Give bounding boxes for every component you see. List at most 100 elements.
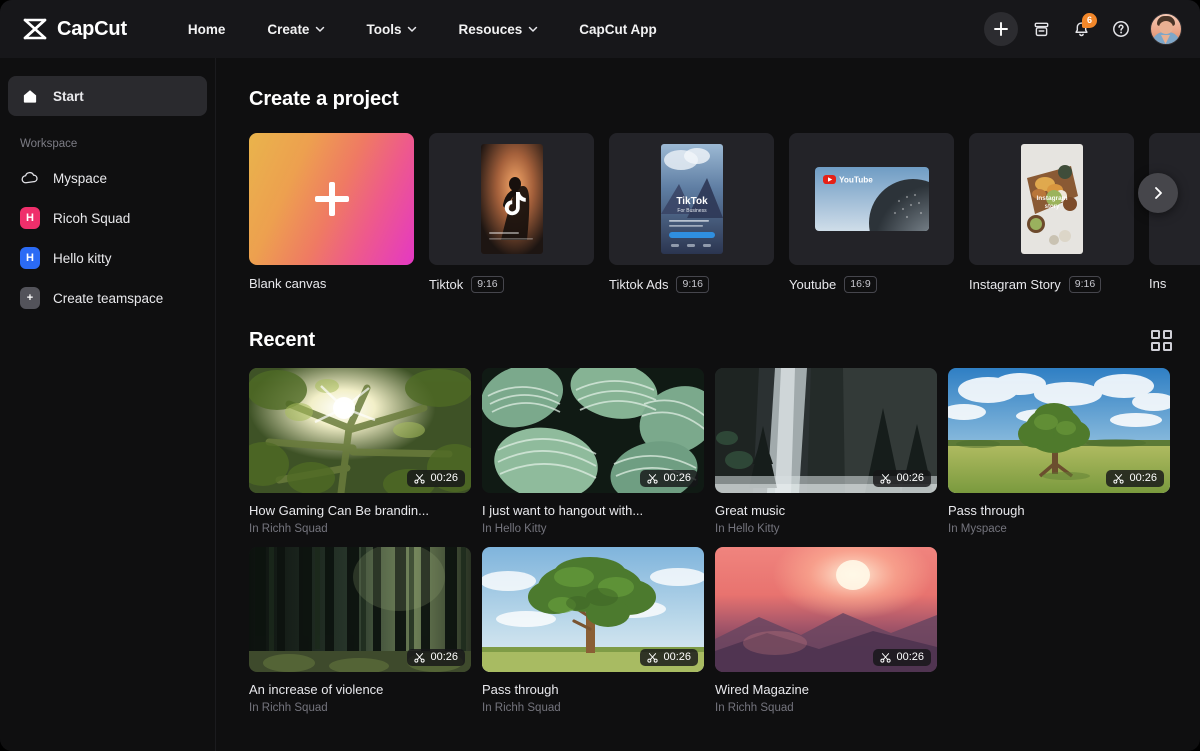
project-thumbnail: 00:26 [715, 368, 937, 493]
duration-text: 00:26 [663, 473, 691, 484]
duration-badge: 00:26 [640, 649, 698, 666]
template-card-partial[interactable]: Ins [1149, 133, 1200, 293]
svg-text:TikTok: TikTok [676, 196, 708, 207]
template-meta: Ins [1149, 276, 1200, 291]
workspace-initial: H [20, 247, 40, 269]
recent-project-card[interactable]: 00:26 Great music In Hello Kitty [715, 368, 937, 535]
plus-icon [315, 182, 349, 216]
template-meta: Instagram Story 9:16 [969, 276, 1134, 293]
template-meta: Blank canvas [249, 276, 414, 291]
cloud-icon [20, 168, 40, 188]
project-thumbnail: 00:26 [482, 368, 704, 493]
nav-action-icons: 6 [984, 12, 1182, 46]
grid-cell [1163, 342, 1172, 351]
aspect-ratio-badge: 16:9 [844, 276, 876, 293]
project-workspace: In Richh Squad [249, 702, 471, 714]
avatar[interactable] [1150, 13, 1182, 45]
scissors-icon [1113, 473, 1124, 484]
project-thumbnail: 00:26 [482, 547, 704, 672]
tiktok-preview-image [481, 144, 543, 254]
nav-link-tools[interactable]: Tools [345, 14, 437, 45]
nav-link-capcut-app[interactable]: CapCut App [558, 14, 678, 45]
recent-project-card[interactable]: 00:26 An increase of violence In Richh S… [249, 547, 471, 714]
sidebar-item-label: Create teamspace [53, 291, 163, 306]
duration-text: 00:26 [430, 473, 458, 484]
scissors-icon [647, 473, 658, 484]
template-meta: Tiktok 9:16 [429, 276, 594, 293]
sidebar-item-label: Myspace [53, 171, 107, 186]
sidebar-item-label: Hello kitty [53, 251, 112, 266]
brand-logo-area[interactable]: CapCut [22, 18, 127, 41]
sidebar-item-start[interactable]: Start [8, 76, 207, 116]
template-card-tiktok-ads[interactable]: TikTok For Business [609, 133, 774, 293]
nav-link-label: Resouces [458, 22, 522, 37]
youtube-preview-image: YouTube [815, 167, 929, 231]
duration-badge: 00:26 [407, 649, 465, 666]
notifications-button[interactable]: 6 [1064, 12, 1098, 46]
template-rail-next-button[interactable] [1138, 173, 1178, 213]
aspect-ratio-badge: 9:16 [676, 276, 708, 293]
sidebar-item-create-teamspace[interactable]: + Create teamspace [8, 278, 207, 318]
template-rail: Blank canvas [249, 133, 1200, 293]
nav-link-resources[interactable]: Resouces [437, 14, 558, 45]
sidebar-item-hello-kitty[interactable]: H Hello kitty [8, 238, 207, 278]
tiktok-ads-preview-image: TikTok For Business [661, 144, 723, 254]
chevron-down-icon [407, 24, 416, 33]
archive-box-icon [1032, 20, 1051, 39]
capcut-logo-icon [22, 18, 48, 40]
recent-project-card[interactable]: 00:26 I just want to hangout with... In … [482, 368, 704, 535]
avatar-face [1159, 21, 1173, 34]
nav-link-label: Home [188, 22, 226, 37]
project-name: An increase of violence [249, 682, 471, 697]
svg-text:Instagram: Instagram [1036, 195, 1067, 202]
duration-badge: 00:26 [873, 470, 931, 487]
sidebar-item-myspace[interactable]: Myspace [8, 158, 207, 198]
project-name: Pass through [948, 503, 1170, 518]
workspace-initial: H [20, 207, 40, 229]
recent-projects-grid: 00:26 How Gaming Can Be brandin... In Ri… [249, 368, 1200, 714]
nav-link-home[interactable]: Home [167, 14, 247, 45]
duration-text: 00:26 [1129, 473, 1157, 484]
project-name: I just want to hangout with... [482, 503, 704, 518]
project-thumbnail: 00:26 [715, 547, 937, 672]
plus-square-icon: + [20, 288, 40, 308]
plus-glyph: + [20, 287, 40, 309]
template-card-blank-canvas[interactable]: Blank canvas [249, 133, 414, 293]
project-name: Pass through [482, 682, 704, 697]
inbox-button[interactable] [1024, 12, 1058, 46]
capcut-app-window: CapCut Home Create Tools Resouces [0, 0, 1200, 751]
project-thumbnail: 00:26 [249, 368, 471, 493]
aspect-ratio-badge: 9:16 [1069, 276, 1101, 293]
duration-badge: 00:26 [407, 470, 465, 487]
workspace-badge-icon: H [20, 248, 40, 268]
template-thumbnail: YouTube [789, 133, 954, 265]
recent-project-card[interactable]: 00:26 Pass through In Richh Squad [482, 547, 704, 714]
project-workspace: In Hello Kitty [482, 523, 704, 535]
scissors-icon [414, 473, 425, 484]
recent-project-card[interactable]: 00:26 Wired Magazine In Richh Squad [715, 547, 937, 714]
template-name: Ins [1149, 276, 1166, 291]
svg-text:For Business: For Business [677, 208, 707, 214]
recent-project-card[interactable]: 00:26 Pass through In Myspace [948, 368, 1170, 535]
svg-text:story: story [1044, 204, 1059, 210]
question-mark-circle-icon [1111, 19, 1131, 39]
nav-link-create[interactable]: Create [246, 14, 345, 45]
sidebar-item-ricoh-squad[interactable]: H Ricoh Squad [8, 198, 207, 238]
create-new-button[interactable] [984, 12, 1018, 46]
top-navigation-bar: CapCut Home Create Tools Resouces [0, 0, 1200, 58]
project-workspace: In Richh Squad [715, 702, 937, 714]
template-card-tiktok[interactable]: Tiktok 9:16 [429, 133, 594, 293]
help-button[interactable] [1104, 12, 1138, 46]
duration-text: 00:26 [663, 652, 691, 663]
scissors-icon [647, 652, 658, 663]
project-thumbnail: 00:26 [948, 368, 1170, 493]
template-name: Tiktok [429, 277, 463, 292]
recent-project-card[interactable]: 00:26 How Gaming Can Be brandin... In Ri… [249, 368, 471, 535]
recent-title: Recent [249, 329, 315, 352]
template-card-instagram-story[interactable]: Instagram story Instagram Story 9:16 [969, 133, 1134, 293]
template-card-youtube[interactable]: YouTube Youtube 16:9 [789, 133, 954, 293]
template-meta: Tiktok Ads 9:16 [609, 276, 774, 293]
grid-view-toggle[interactable] [1151, 330, 1172, 351]
plus-icon [992, 20, 1010, 38]
nav-link-label: CapCut App [579, 22, 657, 37]
